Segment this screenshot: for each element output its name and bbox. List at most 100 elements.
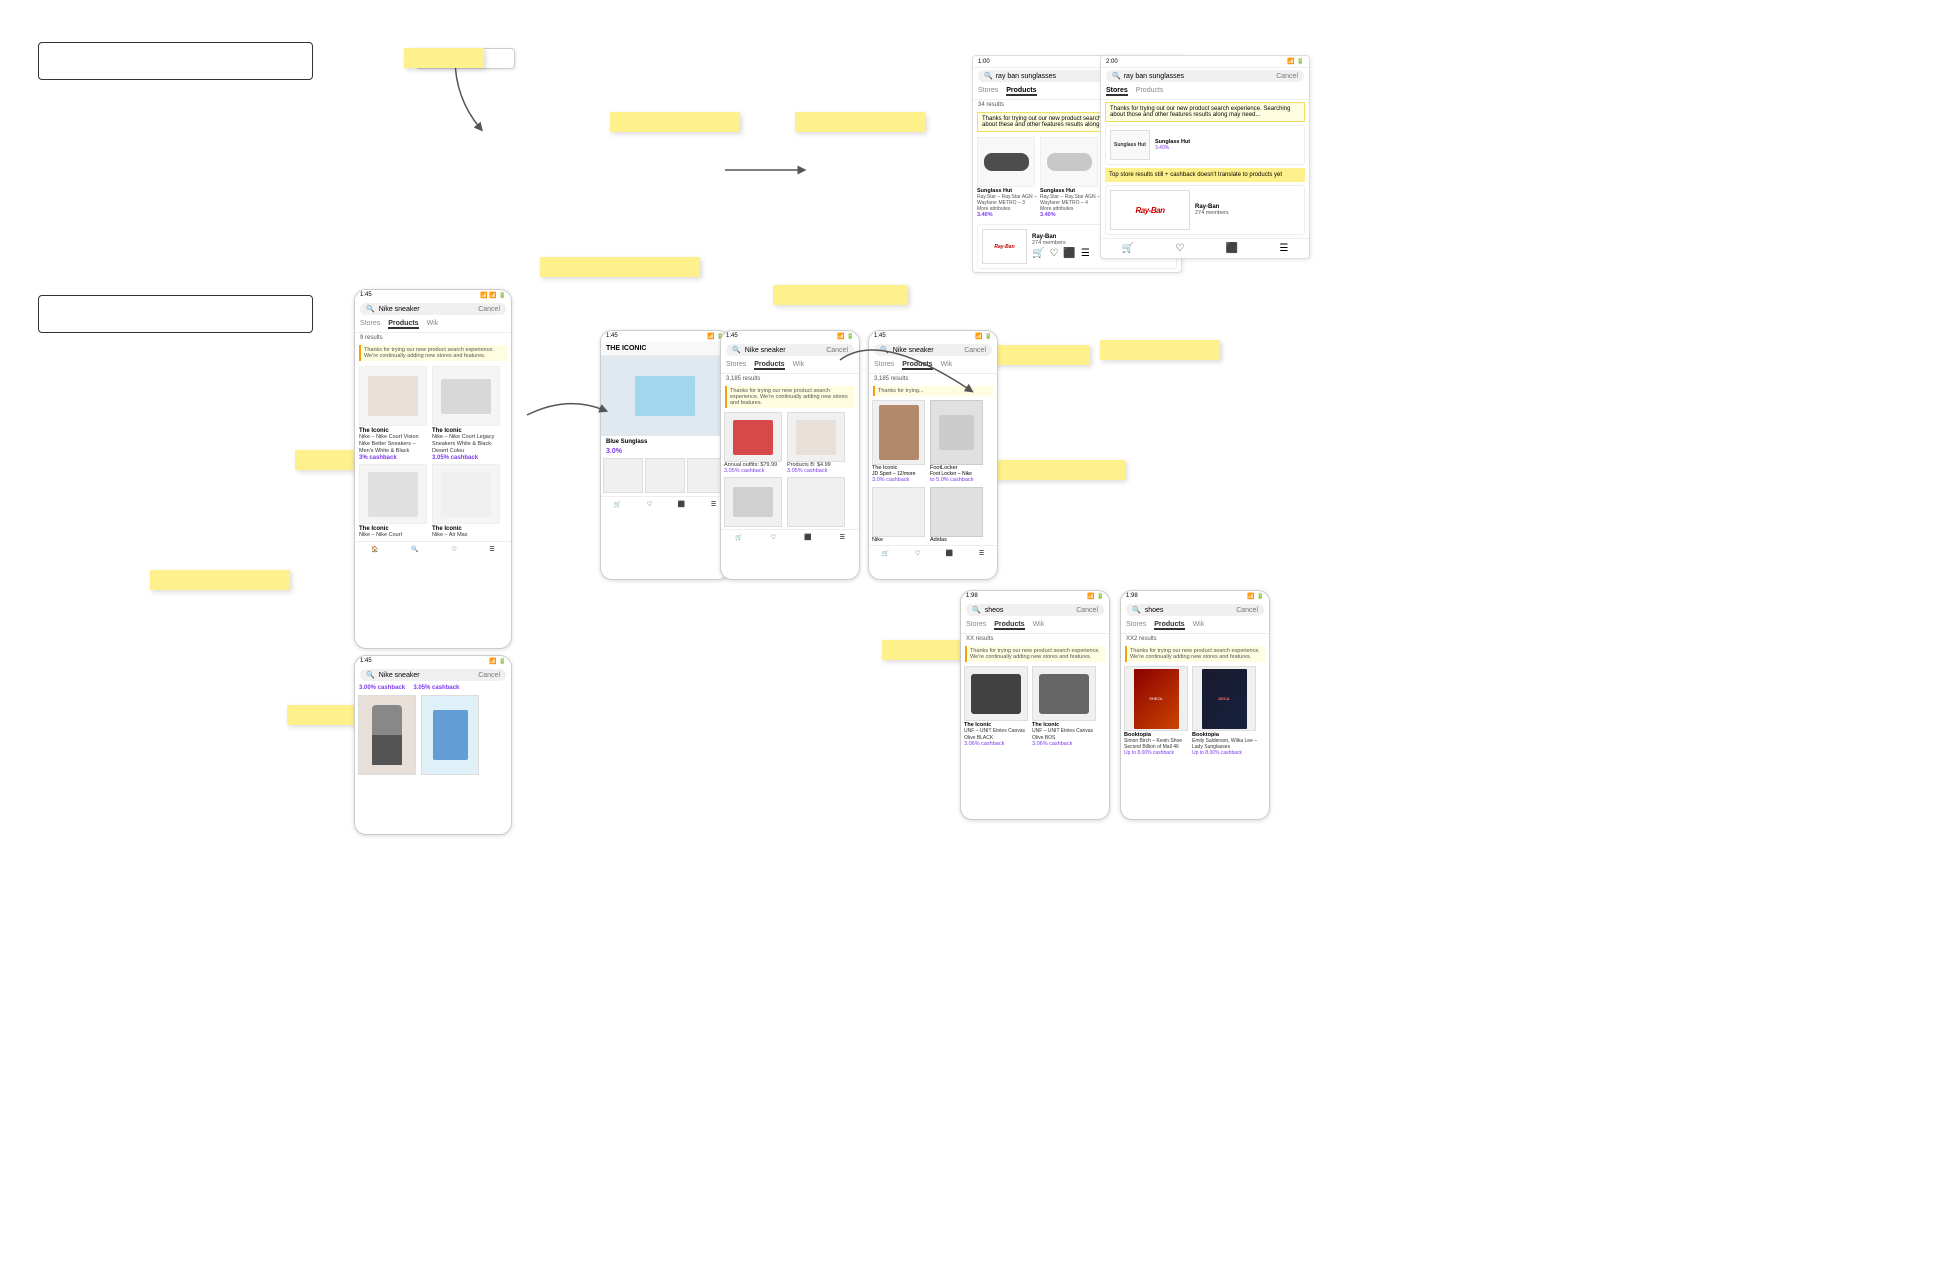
phone-tabs-3: Stores Products Wik <box>721 358 859 374</box>
prod-shoes-b[interactable]: DECA Booktopia Emily Salderson, Wilka Le… <box>1192 666 1258 756</box>
product-grid-4b: Nike Adidas <box>869 485 997 545</box>
phone-status-bar-4: 1:45📶 🔋 <box>869 331 997 342</box>
iconic-product-name: Blue Sunglass <box>601 436 729 448</box>
prod-sheos-a[interactable]: The Iconic UNF – UNIT Etnies Canvas Oliv… <box>964 666 1030 747</box>
phone-status-bar-3: 1:45📶 🔋 <box>721 331 859 342</box>
nav-menu-1[interactable]: ☰ <box>489 546 494 553</box>
prod-5a[interactable] <box>358 695 418 775</box>
sheos-products: The Iconic UNF – UNIT Etnies Canvas Oliv… <box>961 664 1109 749</box>
tab-wik-1[interactable]: Wik <box>427 320 439 329</box>
phone-search-1[interactable]: 🔍 Nike sneaker Cancel <box>360 303 506 315</box>
product-card-1c[interactable]: The Iconic Nike – Nike Court <box>359 464 429 538</box>
phone-tabs-1: Stores Products Wik <box>355 317 511 333</box>
rayban-card-right[interactable]: Ray-Ban Ray-Ban 274 members <box>1105 185 1305 235</box>
tab-products-dl[interactable]: Products <box>1006 87 1036 96</box>
phone-notice-sheos: Thanks for trying our new product search… <box>965 646 1105 662</box>
phone-notice-shoes: Thanks for trying our new product search… <box>1125 646 1265 662</box>
iconic-cashback: 3.0% <box>601 448 729 455</box>
prod-4d[interactable]: Adidas <box>930 487 985 543</box>
prod-3a[interactable]: Annual outfits: $79.99 3.05% cashback <box>724 412 784 474</box>
product-card-1a[interactable]: The Iconic Nike – Nike Court Vision Nike… <box>359 366 429 461</box>
tab-products-3[interactable]: Products <box>754 361 784 370</box>
some-items-not-loaded-sticky <box>773 285 908 305</box>
iconic-too-popular-sticky <box>610 112 740 132</box>
results-4: 3,185 results <box>869 374 997 384</box>
prod-dl-a[interactable]: Sunglass Hut Ray.Star – Ray.Star AGN – W… <box>977 137 1037 218</box>
phone-mockup-2: 1:45📶 🔋 THE ICONIC Blue Sunglass 3.0% 🛒♡… <box>600 330 730 580</box>
iconic-header: THE ICONIC <box>601 342 729 356</box>
big-w-sticky <box>1100 340 1220 360</box>
phone-bottom-nav-4: 🛒♡⬛☰ <box>869 545 997 561</box>
tab-wik-3[interactable]: Wik <box>793 361 805 370</box>
nav-home-1[interactable]: 🏠 <box>371 546 378 553</box>
prod-3b[interactable]: Products B: $4.99 3.05% cashback <box>787 412 847 474</box>
tab-products-dr[interactable]: Products <box>1136 87 1164 96</box>
results-shoes: XX2 results <box>1121 634 1269 644</box>
store-sunglasshut[interactable]: Sunglass Hut Sunglass Hut 3.40% <box>1105 125 1305 165</box>
product-card-1d[interactable]: The Iconic Nike – Air Max <box>432 464 502 538</box>
phone-bottom-nav-3: 🛒♡⬛☰ <box>721 529 859 545</box>
iconic-product-img <box>601 356 729 436</box>
tab-products-1[interactable]: Products <box>388 320 418 329</box>
prod-shoes-a[interactable]: SHEOL Booktopia Simon Birch – Kevin Shoe… <box>1124 666 1190 756</box>
search-sheos-text: sheos <box>985 607 1004 614</box>
phone-status-shoes: 1:98📶 🔋 <box>1121 591 1269 602</box>
tab-wik-sheos[interactable]: Wik <box>1033 621 1045 630</box>
tab-stores-3[interactable]: Stores <box>726 361 746 370</box>
tab-products-4[interactable]: Products <box>902 361 932 370</box>
tab-stores-shoes[interactable]: Stores <box>1126 621 1146 630</box>
cancel-4[interactable]: Cancel <box>964 347 986 354</box>
phone-search-shoes[interactable]: 🔍 shoes Cancel <box>1126 604 1264 616</box>
prod-4c[interactable]: Nike <box>872 487 927 543</box>
phone-tabs-4: Stores Products Wik <box>869 358 997 374</box>
cancel-5[interactable]: Cancel <box>478 672 500 679</box>
release-plan-sticky <box>404 48 484 68</box>
prod-3c[interactable] <box>724 477 784 527</box>
tab-wik-4[interactable]: Wik <box>941 361 953 370</box>
phone-search-sheos[interactable]: 🔍 sheos Cancel <box>966 604 1104 616</box>
tab-products-sheos[interactable]: Products <box>994 621 1024 630</box>
prod-5b[interactable] <box>421 695 481 775</box>
cancel-3[interactable]: Cancel <box>826 347 848 354</box>
prod-4a[interactable]: The Iconic JD Sport – 12/more 3.0% cashb… <box>872 400 927 483</box>
desktop-search-right: 2:00 📶 🔋 🔍 ray ban sunglasses Cancel Sto… <box>1100 55 1310 259</box>
tab-stores-dr[interactable]: Stores <box>1106 87 1128 96</box>
phone-status-bar-2: 1:45📶 🔋 <box>601 331 729 342</box>
prod-4b[interactable]: FootLocker Foot Locker – Nike to 5.0% ca… <box>930 400 985 483</box>
tab-stores-dl[interactable]: Stores <box>978 87 998 96</box>
phone-bottom-nav-2: 🛒♡⬛☰ <box>601 496 729 512</box>
cancel-sheos[interactable]: Cancel <box>1076 607 1098 614</box>
prod-sheos-b[interactable]: The Iconic UNF – UNIT Etnies Canvas Oliv… <box>1032 666 1098 747</box>
product-grid-4: The Iconic JD Sport – 12/more 3.0% cashb… <box>869 398 997 485</box>
nav-heart-1[interactable]: ♡ <box>451 546 456 553</box>
phone-bottom-nav-1: 🏠 🔍 ♡ ☰ <box>355 541 511 557</box>
phone-tabs-sheos: Stores Products Wik <box>961 618 1109 634</box>
phone-mockup-1: 1:45📶 📶 🔋 🔍 Nike sneaker Cancel Stores P… <box>354 289 512 649</box>
product-card-1b[interactable]: The Iconic Nike – Nike Court Legacy Snea… <box>432 366 502 461</box>
tab-stores-sheos[interactable]: Stores <box>966 621 986 630</box>
tab-wik-shoes[interactable]: Wik <box>1193 621 1205 630</box>
search-text-3: Nike sneaker <box>745 347 786 354</box>
search-shoes-text: shoes <box>1145 607 1164 614</box>
phone-notice-1: Thanks for trying our new product search… <box>359 345 507 361</box>
phone-mockup-5: 1:45📶 🔋 🔍 Nike sneaker Cancel 3.00% cash… <box>354 655 512 835</box>
phone-search-5[interactable]: 🔍 Nike sneaker Cancel <box>360 669 506 681</box>
nav-search-1[interactable]: 🔍 <box>411 546 418 553</box>
phone-tabs-shoes: Stores Products Wik <box>1121 618 1269 634</box>
cancel-btn-1[interactable]: Cancel <box>478 306 500 313</box>
results-count-1: 9 results <box>355 333 511 343</box>
desktop-search-left-query: ray ban sunglasses <box>996 73 1056 80</box>
phone-sheos: 1:98📶 🔋 🔍 sheos Cancel Stores Products W… <box>960 590 1110 820</box>
search-text-5: Nike sneaker <box>379 672 420 679</box>
prod-dl-b[interactable]: Sunglass Hut Ray.Star – Ray.Star AGN – W… <box>1040 137 1100 218</box>
tab-stores-1[interactable]: Stores <box>360 320 380 329</box>
prod-3d[interactable] <box>787 477 847 527</box>
tab-products-shoes[interactable]: Products <box>1154 621 1184 630</box>
dr-top-store-note: Top store results still + cashback doesn… <box>1105 168 1305 182</box>
phone-search-4[interactable]: 🔍 Nike sneaker Cancel <box>874 344 992 356</box>
team-testing-card <box>38 295 313 333</box>
cancel-desktop-right[interactable]: Cancel <box>1276 73 1298 80</box>
cancel-shoes[interactable]: Cancel <box>1236 607 1258 614</box>
phone-search-3[interactable]: 🔍 Nike sneaker Cancel <box>726 344 854 356</box>
tab-stores-4[interactable]: Stores <box>874 361 894 370</box>
